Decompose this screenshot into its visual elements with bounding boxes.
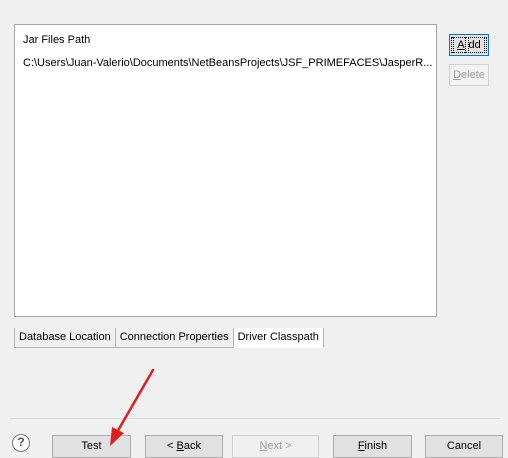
finish-label: inish bbox=[364, 440, 388, 452]
tab-database-location[interactable]: Database Location bbox=[14, 328, 116, 348]
next-label: ext > bbox=[267, 440, 292, 452]
list-item[interactable]: C:\Users\Juan-Valerio\Documents\NetBeans… bbox=[23, 57, 432, 69]
finish-mnemonic: F bbox=[357, 440, 365, 452]
footer-divider bbox=[10, 418, 500, 419]
list-header: Jar Files Path bbox=[23, 34, 91, 46]
delete-button[interactable]: Delete bbox=[449, 64, 489, 86]
back-prefix: < bbox=[167, 440, 177, 452]
back-label: ack bbox=[183, 440, 201, 452]
finish-button[interactable]: Finish bbox=[333, 435, 412, 458]
delete-mnemonic: D bbox=[453, 69, 462, 81]
add-mnemonic: A bbox=[453, 37, 469, 53]
back-button[interactable]: < Back bbox=[145, 435, 223, 458]
tab-strip: Database Location Connection Properties … bbox=[14, 328, 324, 348]
jar-files-list[interactable]: Jar Files Path C:\Users\Juan-Valerio\Doc… bbox=[14, 24, 437, 317]
next-button[interactable]: Next > bbox=[232, 435, 319, 458]
back-mnemonic: B bbox=[176, 440, 184, 452]
add-button[interactable]: Add bbox=[449, 34, 489, 56]
tab-connection-properties[interactable]: Connection Properties bbox=[115, 328, 234, 348]
help-icon[interactable]: ? bbox=[12, 434, 30, 452]
add-label: dd bbox=[464, 37, 485, 53]
test-button[interactable]: Test bbox=[52, 435, 131, 458]
tab-driver-classpath[interactable]: Driver Classpath bbox=[233, 328, 324, 348]
delete-label: elete bbox=[461, 69, 485, 81]
cancel-button[interactable]: Cancel bbox=[425, 435, 503, 458]
